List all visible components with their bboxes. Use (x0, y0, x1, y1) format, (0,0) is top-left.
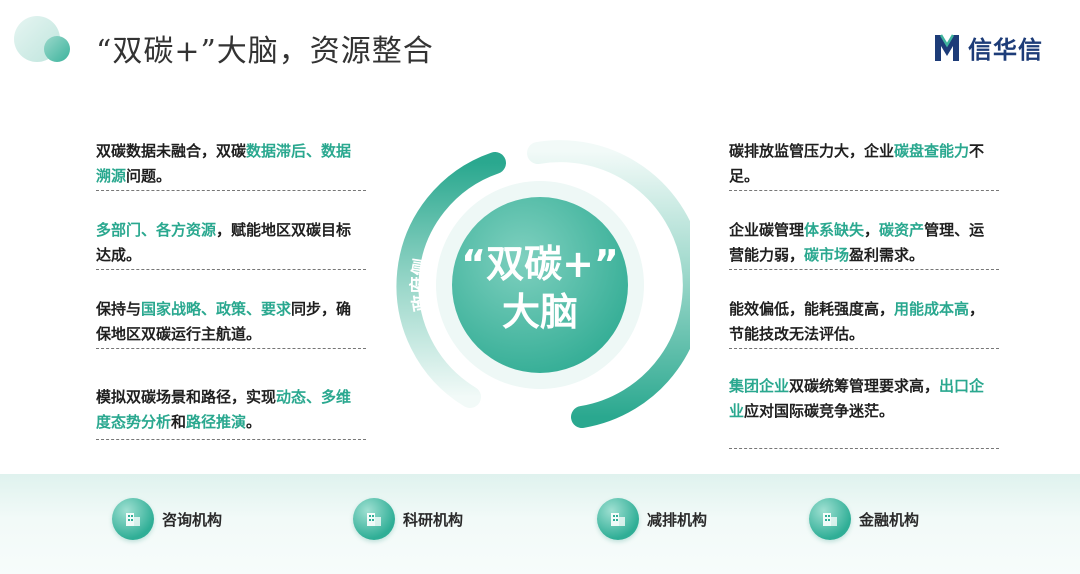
center-title-line1: “双碳+” (461, 242, 619, 286)
left-item-4: 模拟双碳场景和路径，实现动态、多维度态势分析和路径推演。 (96, 388, 352, 431)
company-logo: 信华信 (932, 30, 1043, 65)
right-item-4: 集团企业双碳统筹管理要求高，出口企业应对国际碳竞争迷茫。 (729, 377, 985, 420)
page-title: “双碳+”大脑，资源整合 (96, 34, 434, 69)
institution-label: 科研机构 (403, 510, 464, 529)
building-icon (353, 498, 395, 540)
left-arc-label: 政府侧 (408, 257, 432, 313)
left-item-2: 多部门、各方资源，赋能地区双碳目标达成。 (96, 221, 352, 264)
decorative-circle-small (44, 36, 70, 62)
building-icon (112, 498, 154, 540)
divider (729, 190, 999, 191)
center-title-line2: 大脑 (501, 290, 578, 334)
divider (96, 269, 366, 270)
right-item-1: 碳排放监管压力大，企业碳盘查能力不足。 (729, 142, 985, 185)
divider (729, 448, 999, 449)
institution-emission-reduction: 减排机构 (597, 498, 707, 540)
institution-research: 科研机构 (353, 498, 463, 540)
institution-financial: 金融机构 (809, 498, 919, 540)
right-arc-label: 企业侧 (648, 256, 672, 313)
logo-text: 信华信 (968, 36, 1043, 64)
logo-mark-icon (935, 33, 959, 61)
divider (96, 439, 366, 440)
institution-label: 金融机构 (859, 510, 920, 529)
institution-label: 减排机构 (647, 510, 708, 529)
divider (96, 348, 366, 349)
left-item-3: 保持与国家战略、政策、要求同步，确保地区双碳运行主航道。 (96, 300, 352, 343)
divider (96, 190, 366, 191)
divider (729, 348, 999, 349)
right-item-3: 能效偏低，能耗强度高，用能成本高，节能技改无法评估。 (729, 300, 985, 343)
institution-consulting: 咨询机构 (112, 498, 222, 540)
right-item-2: 企业碳管理体系缺失，碳资产管理、运营能力弱，碳市场盈利需求。 (729, 221, 985, 264)
building-icon (597, 498, 639, 540)
left-item-1: 双碳数据未融合，双碳数据滞后、数据溯源问题。 (96, 142, 352, 185)
institution-label: 咨询机构 (162, 510, 223, 529)
divider (729, 269, 999, 270)
center-title: “双碳+” 大脑 (450, 240, 630, 336)
building-icon (809, 498, 851, 540)
